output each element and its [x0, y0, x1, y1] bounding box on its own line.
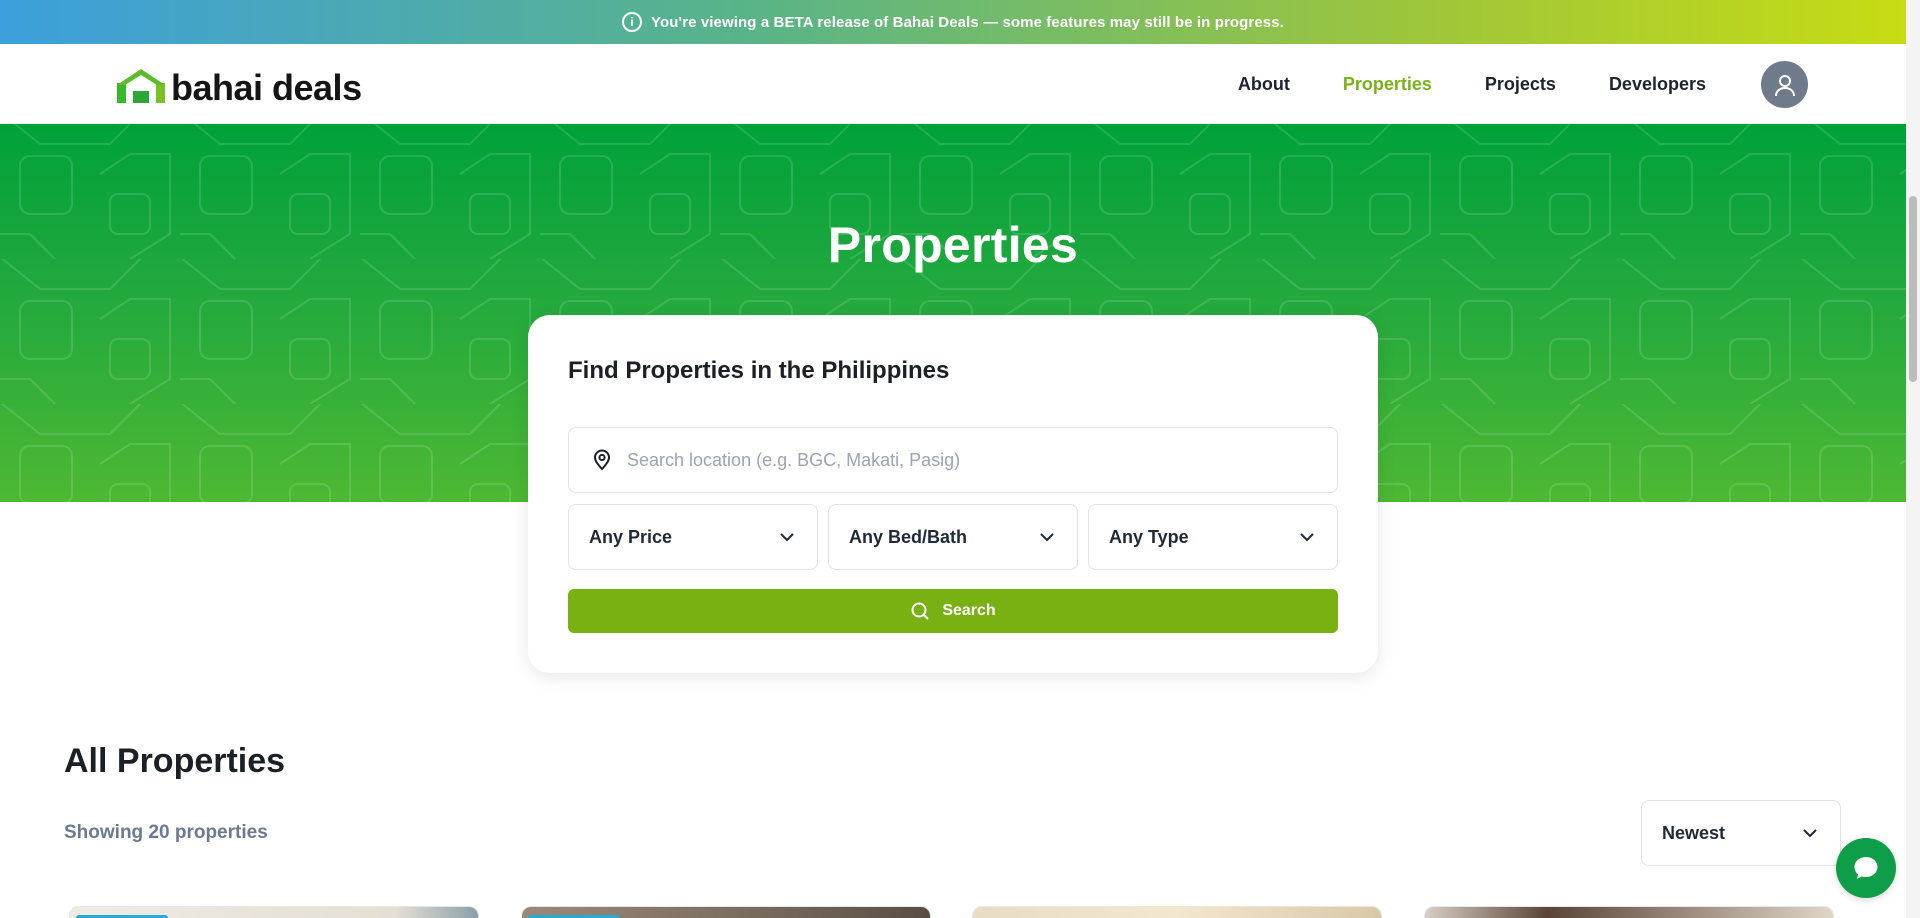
- chevron-down-icon: [1040, 533, 1054, 542]
- property-card[interactable]: [521, 906, 931, 918]
- navbar: bahai deals About Properties Projects De…: [0, 44, 1906, 124]
- sort-select[interactable]: Newest: [1641, 800, 1841, 866]
- price-select-label: Any Price: [589, 526, 673, 547]
- property-card[interactable]: [69, 906, 479, 918]
- scrollbar-track[interactable]: [1906, 0, 1920, 918]
- sort-select-label: Newest: [1662, 822, 1726, 843]
- beta-banner-text: You're viewing a BETA release of Bahai D…: [651, 13, 1284, 31]
- logo-text: bahai deals: [171, 67, 362, 108]
- bedbath-select-label: Any Bed/Bath: [849, 526, 968, 547]
- user-avatar-button[interactable]: [1761, 61, 1808, 108]
- search-button[interactable]: Search: [568, 589, 1338, 633]
- info-icon: i: [622, 12, 643, 32]
- type-select-label: Any Type: [1109, 526, 1189, 547]
- property-card[interactable]: [1424, 906, 1834, 918]
- chevron-down-icon: [780, 533, 794, 542]
- search-icon: [911, 602, 930, 620]
- chat-button[interactable]: [1836, 838, 1896, 898]
- scrollbar-thumb[interactable]: [1909, 196, 1917, 382]
- main-nav: About Properties Projects Developers: [1238, 44, 1706, 124]
- location-search-input[interactable]: [627, 449, 1307, 471]
- nav-properties[interactable]: Properties: [1343, 74, 1432, 95]
- type-select[interactable]: Any Type: [1088, 504, 1338, 570]
- beta-banner: i You're viewing a BETA release of Bahai…: [0, 0, 1906, 44]
- location-pin-icon: [591, 449, 613, 471]
- location-search-field[interactable]: [568, 427, 1338, 493]
- user-avatar-icon: [1774, 74, 1795, 96]
- nav-projects[interactable]: Projects: [1485, 74, 1556, 95]
- chevron-down-icon: [1803, 829, 1817, 838]
- search-card-title: Find Properties in the Philippines: [568, 357, 950, 384]
- property-card[interactable]: [972, 906, 1382, 918]
- results-count: Showing 20 properties: [64, 822, 268, 843]
- section-title: All Properties: [64, 742, 286, 780]
- logo[interactable]: bahai deals: [117, 67, 362, 108]
- nav-about[interactable]: About: [1238, 74, 1290, 95]
- search-button-label: Search: [942, 602, 996, 619]
- nav-developers[interactable]: Developers: [1609, 74, 1706, 95]
- price-select[interactable]: Any Price: [568, 504, 818, 570]
- house-logo-icon: [117, 69, 165, 103]
- page-title: Properties: [827, 217, 1079, 273]
- search-card: Find Properties in the Philippines Any P…: [528, 315, 1378, 673]
- bedbath-select[interactable]: Any Bed/Bath: [828, 504, 1078, 570]
- chevron-down-icon: [1300, 533, 1314, 542]
- chat-bubble-icon: [1854, 857, 1878, 879]
